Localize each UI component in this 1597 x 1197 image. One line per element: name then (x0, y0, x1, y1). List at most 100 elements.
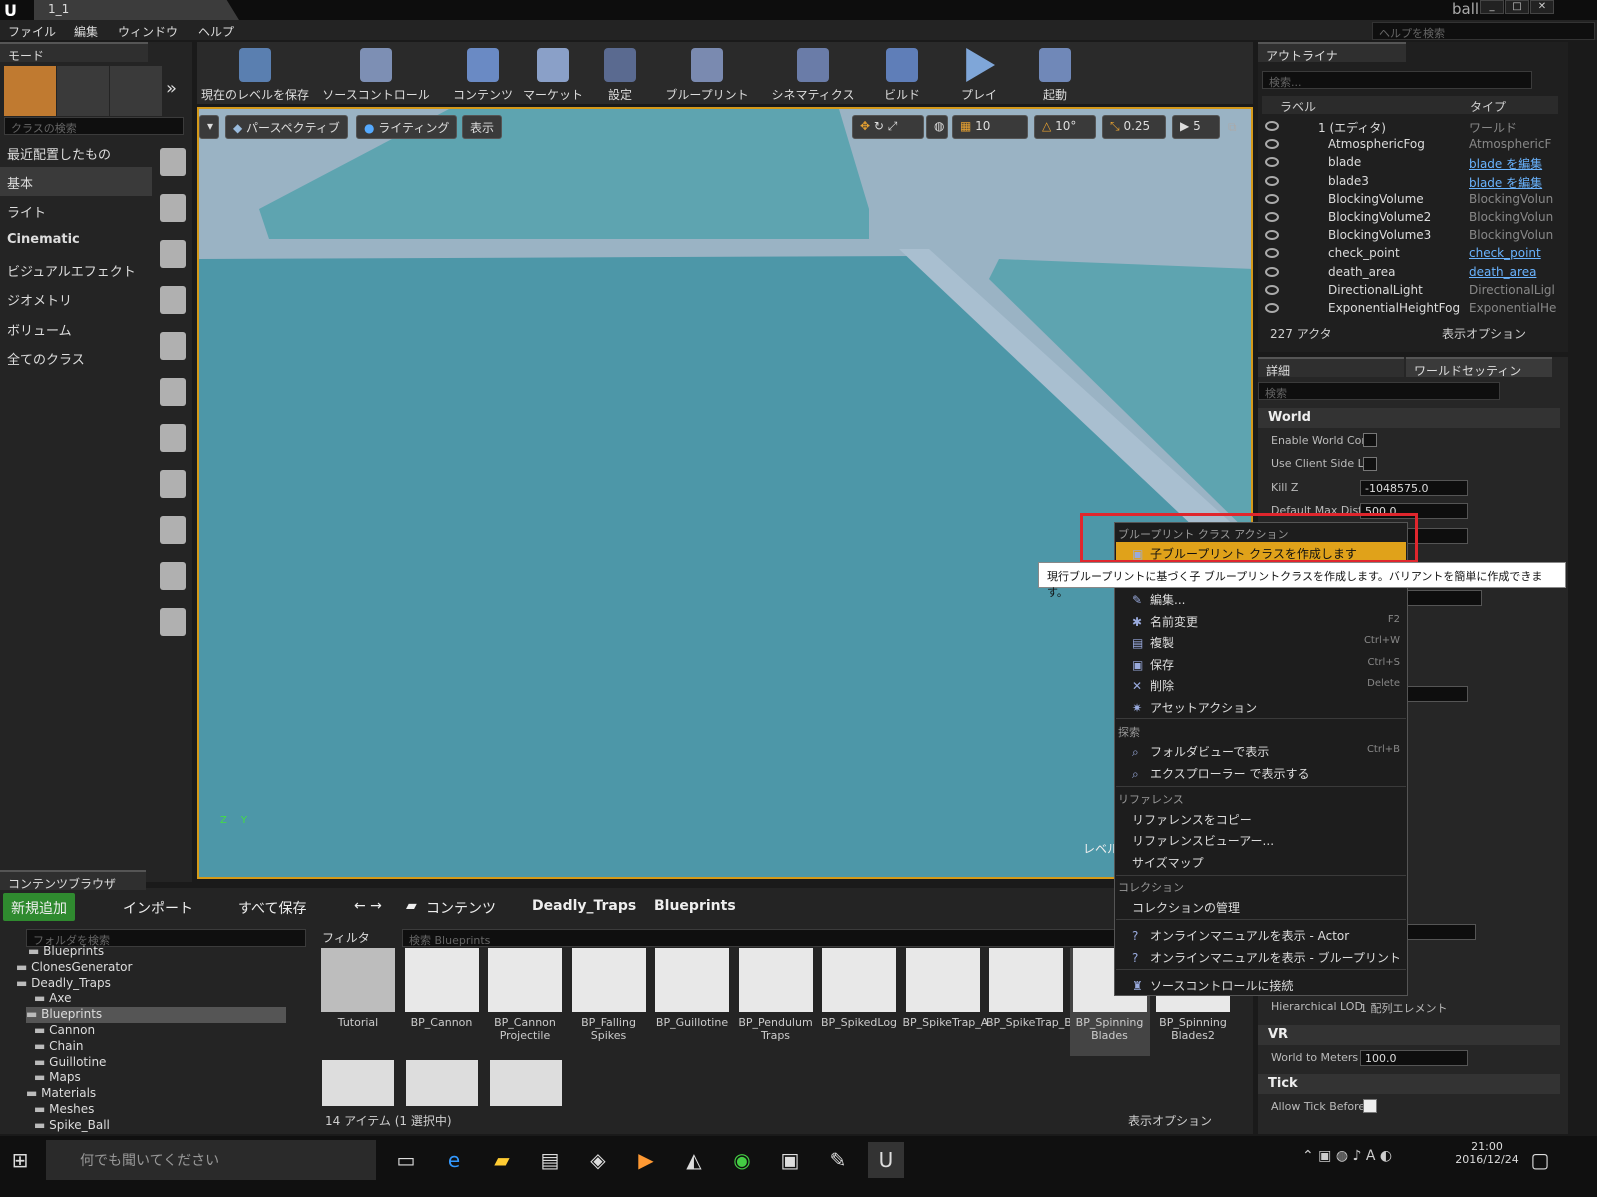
actor-thumb[interactable] (160, 148, 186, 176)
world-to-meters-input[interactable]: 100.0 (1360, 1050, 1468, 1066)
place-mode-icon[interactable] (4, 66, 56, 116)
actor-thumb[interactable] (160, 378, 186, 406)
paint-mode-icon[interactable] (57, 66, 109, 116)
category-vfx[interactable]: ビジュアルエフェクト (0, 255, 152, 284)
outliner-row[interactable]: ExponentialHeightFog ExponentialHe (1258, 299, 1568, 317)
level-tab[interactable]: 1_1 (34, 0, 239, 20)
content-button[interactable]: コンテンツ (450, 46, 516, 102)
col-label-header[interactable]: ラベル (1280, 98, 1316, 115)
notifications-icon[interactable]: ▢ (1522, 1142, 1558, 1178)
manage-collections-item[interactable]: コレクションの管理 (1116, 896, 1406, 916)
copy-reference-item[interactable]: リファレンスをコピー (1116, 808, 1406, 828)
outliner-row[interactable]: BlockingVolume BlockingVolun (1258, 190, 1568, 208)
category-all-classes[interactable]: 全てのクラス (0, 343, 152, 372)
actor-thumb[interactable] (160, 470, 186, 498)
manual-actor-item[interactable]: ? オンラインマニュアルを表示 - Actor (1116, 924, 1406, 944)
asset-tile[interactable]: BP_Cannon Projectile (485, 948, 565, 1056)
category-geometry[interactable]: ジオメトリ (0, 284, 152, 313)
asset-thumb[interactable] (322, 1060, 394, 1106)
size-map-item[interactable]: サイズマップ (1116, 851, 1406, 871)
context-item[interactable]: ▤ 複製 Ctrl+W (1116, 631, 1406, 651)
breadcrumb-blueprints[interactable]: Blueprints (646, 893, 744, 921)
folder-item[interactable]: ▬ Materials (26, 1086, 286, 1102)
transform-tools[interactable]: ✥ ↻ ⤢ (852, 115, 924, 139)
asset-tile[interactable]: BP_SpikeTrap_B (986, 948, 1072, 1056)
landscape-mode-icon[interactable] (110, 66, 162, 116)
save-level-button[interactable]: 現在のレベルを保存 (200, 46, 310, 102)
blueprints-button[interactable]: ブループリント (664, 46, 750, 102)
grid-snap-toggle[interactable]: ▦ 10 (952, 115, 1028, 139)
perspective-button[interactable]: ◆ パースペクティブ (225, 115, 348, 139)
details-tab[interactable]: 詳細 (1258, 357, 1404, 378)
actor-thumb[interactable] (160, 562, 186, 590)
maximize-viewport-icon[interactable]: ⧉ (1228, 120, 1237, 135)
lighting-button[interactable]: ● ライティング (356, 115, 458, 139)
category-cinematic[interactable]: Cinematic (0, 226, 152, 255)
more-modes-icon[interactable]: » (166, 78, 177, 99)
store-icon[interactable]: ▤ (532, 1142, 568, 1178)
context-item[interactable]: ✎ 編集... (1116, 588, 1406, 608)
breadcrumb-deadly-traps[interactable]: Deadly_Traps (524, 893, 644, 921)
category-volumes[interactable]: ボリューム (0, 314, 152, 343)
world-local-icon[interactable]: ◍ (926, 115, 948, 139)
use-client-checkbox[interactable] (1363, 457, 1377, 471)
save-all-button[interactable]: すべて保存 (230, 893, 314, 921)
outliner-view-options[interactable]: 表示オプション (1442, 325, 1526, 342)
outliner-row[interactable]: blade3 blade を編集 (1258, 172, 1568, 190)
outliner-row[interactable]: BlockingVolume2 BlockingVolun (1258, 208, 1568, 226)
task-view-icon[interactable]: ▭ (388, 1142, 424, 1178)
content-browser-tab[interactable]: コンテンツブラウザ (0, 870, 146, 891)
outliner-row[interactable]: DirectionalLight DirectionalLigl (1258, 281, 1568, 299)
outliner-row[interactable]: check_point check_point (1258, 244, 1568, 262)
category-lights[interactable]: ライト (0, 196, 152, 225)
help-search-input[interactable]: ヘルプを検索 (1372, 22, 1595, 40)
enable-world-checkbox[interactable] (1363, 433, 1377, 447)
clock[interactable]: 21:00 2016/12/24 (1452, 1140, 1522, 1166)
add-new-button[interactable]: 新規追加 (3, 893, 75, 921)
settings-button[interactable]: 設定 (596, 46, 644, 102)
folder-item[interactable]: ▬ Meshes (34, 1102, 294, 1118)
outliner-tab[interactable]: アウトライナ (1258, 42, 1406, 63)
category-basic[interactable]: 基本 (0, 167, 152, 196)
context-item[interactable]: ▣ 保存 Ctrl+S (1116, 653, 1406, 673)
cortana-search[interactable]: 何でも聞いてください (46, 1140, 376, 1180)
detail-field[interactable] (1406, 686, 1468, 702)
allow-tick-checkbox[interactable] (1363, 1099, 1377, 1113)
actor-thumb[interactable] (160, 240, 186, 268)
folder-item[interactable]: ▬ Axe (34, 991, 294, 1007)
menu-window[interactable]: ウィンドウ (118, 23, 178, 40)
manual-bp-item[interactable]: ? オンラインマニュアルを表示 - ブループリント (1116, 946, 1406, 966)
context-item[interactable]: ✕ 削除 Delete (1116, 674, 1406, 694)
app-icon[interactable]: ▣ (772, 1142, 808, 1178)
col-type-header[interactable]: タイプ (1470, 98, 1506, 115)
menu-file[interactable]: ファイル (8, 23, 56, 40)
actor-thumb[interactable] (160, 608, 186, 636)
folder-item[interactable]: ▬ Blueprints (28, 944, 288, 960)
asset-thumb[interactable] (490, 1060, 562, 1106)
outliner-row[interactable]: 1 (エディタ) ワールド (1258, 117, 1568, 135)
asset-tile[interactable]: BP_Falling Spikes (569, 948, 649, 1056)
show-in-folder-item[interactable]: ⌕ フォルダビューで表示 Ctrl+B (1116, 740, 1406, 760)
breadcrumb-content[interactable]: コンテンツ (418, 893, 504, 921)
vr-section[interactable]: VR (1258, 1025, 1560, 1045)
viewport-options-button[interactable]: ▾ (199, 115, 219, 139)
context-item[interactable]: ✱ 名前変更 F2 (1116, 610, 1406, 630)
menu-edit[interactable]: 編集 (74, 23, 98, 40)
folder-item[interactable]: ▬ Guillotine (34, 1055, 294, 1071)
reference-viewer-item[interactable]: リファレンスビューアー... (1116, 829, 1406, 849)
rotation-snap-toggle[interactable]: △ 10° (1034, 115, 1096, 139)
actor-thumb[interactable] (160, 194, 186, 222)
world-settings-tab[interactable]: ワールドセッティン (1406, 357, 1552, 378)
world-section[interactable]: World (1258, 408, 1560, 428)
connect-source-control-item[interactable]: ♜ ソースコントロールに接続 (1116, 974, 1406, 994)
paint-icon[interactable]: ✎ (820, 1142, 856, 1178)
maximize-button[interactable]: □ (1505, 0, 1529, 14)
class-search-input[interactable]: クラスの検索 (4, 117, 184, 135)
close-button[interactable]: ✕ (1530, 0, 1554, 14)
outliner-row[interactable]: AtmosphericFog AtmosphericF (1258, 135, 1568, 153)
explorer-icon[interactable]: ▰ (484, 1142, 520, 1178)
folder-item[interactable]: ▬ Deadly_Traps (16, 976, 276, 992)
media-icon[interactable]: ▶ (628, 1142, 664, 1178)
asset-tile[interactable]: BP_Cannon (402, 948, 482, 1056)
marketplace-button[interactable]: マーケット (520, 46, 586, 102)
